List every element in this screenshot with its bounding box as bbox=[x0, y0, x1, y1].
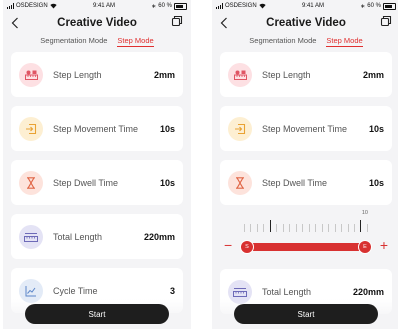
signal-icon bbox=[216, 3, 223, 9]
setting-card-step-dwell-time[interactable]: Step Dwell Time 10s bbox=[220, 160, 392, 205]
setting-label: Step Dwell Time bbox=[53, 177, 119, 188]
slider-track[interactable]: S E bbox=[241, 241, 371, 253]
setting-value: 220mm bbox=[143, 231, 175, 242]
slider-ruler bbox=[244, 220, 368, 232]
setting-value: 220mm bbox=[352, 286, 384, 297]
setting-value: 2mm bbox=[362, 69, 384, 80]
multi-window-icon[interactable] bbox=[171, 14, 183, 32]
wifi-icon bbox=[259, 3, 266, 9]
setting-card-step-dwell-time[interactable]: Step Dwell Time 10s bbox=[11, 160, 183, 205]
back-icon[interactable] bbox=[11, 16, 23, 30]
status-time: 9:41 AM bbox=[301, 3, 324, 9]
decrease-button[interactable]: − bbox=[224, 238, 232, 252]
ruler-icon bbox=[19, 62, 43, 87]
setting-label: Step Movement Time bbox=[53, 123, 139, 134]
increase-button[interactable]: + bbox=[380, 238, 388, 252]
setting-label: Step Length bbox=[53, 69, 102, 80]
nav-bar: Creative Video bbox=[212, 12, 398, 34]
start-button[interactable]: Start bbox=[25, 304, 169, 324]
setting-card-step-movement-time[interactable]: Step Movement Time 10s bbox=[220, 106, 392, 151]
setting-card-step-length[interactable]: Step Length 2mm bbox=[220, 52, 392, 97]
slider-tick-label: 10 bbox=[361, 210, 368, 216]
start-button[interactable]: Start bbox=[234, 304, 378, 324]
ruler-icon bbox=[228, 62, 252, 87]
slider-start-handle[interactable]: S bbox=[241, 241, 253, 253]
tab-step-mode[interactable]: Step Mode bbox=[326, 34, 363, 47]
setting-label: Total Length bbox=[262, 286, 312, 297]
move-in-icon bbox=[19, 116, 43, 141]
hourglass-icon bbox=[228, 170, 252, 195]
mode-tabs: Segmentation Mode Step Mode bbox=[212, 34, 398, 52]
setting-card-step-movement-time[interactable]: Step Movement Time 10s bbox=[11, 106, 183, 151]
carrier-group: OSDESIGN bbox=[7, 3, 57, 9]
tab-segmentation-mode[interactable]: Segmentation Mode bbox=[249, 34, 316, 45]
carrier-name: OSDESIGN bbox=[16, 3, 48, 9]
tab-segmentation-mode[interactable]: Segmentation Mode bbox=[40, 34, 107, 45]
setting-label: Cycle Time bbox=[53, 285, 98, 296]
phone-screen-right: OSDESIGN 9:41 AM ∗ 60 % Creative Video S… bbox=[212, 0, 398, 329]
battery-group: ∗ 60 % bbox=[151, 2, 187, 10]
slider-end-handle[interactable]: E bbox=[359, 241, 371, 253]
status-time: 9:41 AM bbox=[92, 3, 115, 9]
setting-label: Total Length bbox=[53, 231, 103, 242]
carrier-group: OSDESIGN bbox=[216, 3, 266, 9]
setting-label: Step Length bbox=[262, 69, 311, 80]
status-bar: OSDESIGN 9:41 AM ∗ 60 % bbox=[3, 0, 191, 12]
mode-tabs: Segmentation Mode Step Mode bbox=[3, 34, 191, 52]
phone-screen-left: OSDESIGN 9:41 AM ∗ 60 % Creative Video S… bbox=[3, 0, 191, 329]
battery-percent: 60 % bbox=[367, 3, 381, 9]
battery-icon bbox=[173, 2, 187, 10]
page-title: Creative Video bbox=[266, 17, 346, 29]
setting-value: 2mm bbox=[153, 69, 175, 80]
dwell-time-slider[interactable]: 10 − S E + bbox=[220, 210, 392, 260]
setting-value: 10s bbox=[159, 123, 175, 134]
bluetooth-icon: ∗ bbox=[151, 3, 157, 10]
signal-icon bbox=[7, 3, 14, 9]
setting-card-step-length[interactable]: Step Length 2mm bbox=[11, 52, 183, 97]
carrier-name: OSDESIGN bbox=[225, 3, 257, 9]
battery-icon bbox=[382, 2, 396, 10]
setting-value: 10s bbox=[368, 123, 384, 134]
battery-group: ∗ 60 % bbox=[360, 2, 396, 10]
status-bar: OSDESIGN 9:41 AM ∗ 60 % bbox=[212, 0, 398, 12]
setting-value: 10s bbox=[159, 177, 175, 188]
setting-value: 3 bbox=[169, 285, 175, 296]
hourglass-icon bbox=[19, 170, 43, 195]
setting-label: Step Movement Time bbox=[262, 123, 348, 134]
nav-bar: Creative Video bbox=[3, 12, 191, 34]
bluetooth-icon: ∗ bbox=[360, 3, 366, 10]
setting-label: Step Dwell Time bbox=[262, 177, 328, 188]
page-title: Creative Video bbox=[57, 17, 137, 29]
battery-percent: 60 % bbox=[158, 3, 172, 9]
setting-value: 10s bbox=[368, 177, 384, 188]
move-in-icon bbox=[228, 116, 252, 141]
setting-card-total-length[interactable]: Total Length 220mm bbox=[11, 214, 183, 259]
wifi-icon bbox=[50, 3, 57, 9]
length-icon bbox=[19, 224, 43, 249]
back-icon[interactable] bbox=[220, 16, 232, 30]
tab-step-mode[interactable]: Step Mode bbox=[117, 34, 154, 47]
multi-window-icon[interactable] bbox=[380, 14, 392, 32]
